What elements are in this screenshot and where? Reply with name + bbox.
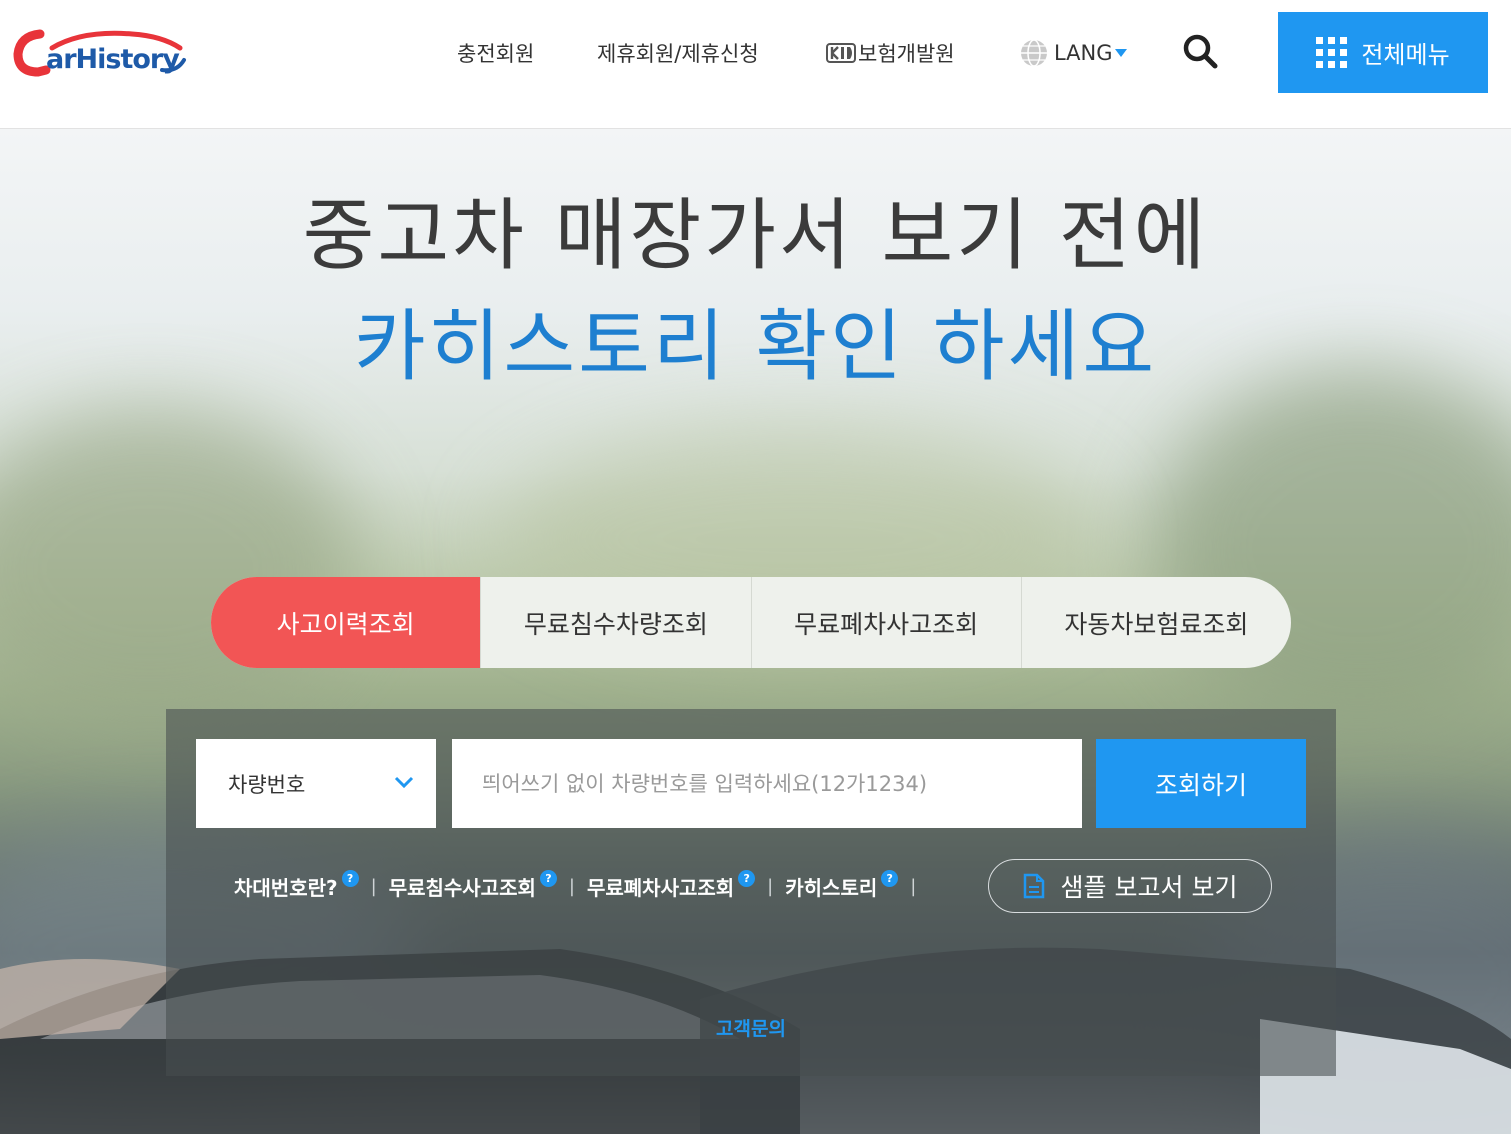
help-link-carhistory-label: 카히스토리: [785, 875, 878, 900]
help-link-vin[interactable]: 차대번호란? ?: [234, 869, 359, 901]
nav-insurance-institute[interactable]: 보험개발원: [826, 0, 955, 106]
sample-report-button[interactable]: 샘플 보고서 보기: [988, 859, 1272, 913]
nav-partner-member[interactable]: 제휴회원/제휴신청: [597, 0, 759, 106]
search-type-value: 차량번호: [228, 772, 306, 797]
help-links: 차대번호란? ? | 무료침수사고조회 ? | 무료폐차사고조회 ? | 카히스…: [234, 859, 928, 913]
nav-charge-member[interactable]: 충전회원: [457, 0, 534, 106]
search-panel: 차량번호 조회하기 차대번호란? ? | 무료침수사고조회 ? | 무료폐차사고…: [166, 709, 1336, 1076]
question-icon: ?: [341, 869, 359, 887]
tab-scrap-accident-label: 무료폐차사고조회: [794, 609, 979, 639]
link-separator: |: [767, 875, 774, 897]
search-icon[interactable]: [1180, 31, 1220, 71]
help-link-scrap-label: 무료폐차사고조회: [586, 875, 735, 900]
language-label: LANG: [1054, 41, 1113, 65]
site-header: arHistory 충전회원 제휴회원/제휴신청 보험개발원 LANG 전체메뉴: [0, 0, 1511, 129]
sample-report-label: 샘플 보고서 보기: [1060, 873, 1238, 902]
tab-accident-history[interactable]: 사고이력조회: [211, 577, 481, 668]
all-menu-label: 전체메뉴: [1361, 41, 1450, 69]
nav-insurance-institute-label: 보험개발원: [858, 42, 955, 66]
help-link-flood-label: 무료침수사고조회: [388, 875, 536, 900]
link-separator: |: [370, 875, 377, 897]
kidi-icon: [826, 43, 856, 63]
hero-headline-line1: 중고차 매장가서 보기 전에: [302, 191, 1209, 281]
document-icon: [1023, 873, 1044, 899]
chevron-down-icon: [394, 776, 414, 789]
hero-section: 중고차 매장가서 보기 전에 카히스토리 확인 하세요 사고이력조회 무료침수차…: [0, 129, 1511, 1134]
tab-scrap-accident[interactable]: 무료폐차사고조회: [750, 577, 1021, 668]
tab-flood-vehicle[interactable]: 무료침수차량조회: [480, 577, 750, 668]
hero-headline-line2: 카히스토리 확인 하세요: [353, 302, 1158, 392]
caret-down-icon: [1114, 49, 1127, 57]
globe-icon: [1021, 39, 1047, 67]
plate-number-input[interactable]: [452, 739, 1082, 828]
nav-charge-member-label: 충전회원: [457, 42, 535, 66]
customer-inquiry-link[interactable]: 고객문의: [166, 1014, 1336, 1041]
search-submit-button[interactable]: 조회하기: [1096, 739, 1306, 828]
language-selector[interactable]: LANG: [1018, 0, 1127, 106]
question-icon: ?: [738, 869, 756, 887]
search-submit-label: 조회하기: [1154, 770, 1247, 800]
search-type-select[interactable]: 차량번호: [196, 739, 436, 828]
all-menu-button[interactable]: 전체메뉴: [1278, 12, 1488, 93]
help-link-carhistory[interactable]: 카히스토리 ?: [785, 869, 899, 901]
question-icon: ?: [881, 869, 899, 887]
help-link-flood[interactable]: 무료침수사고조회 ?: [388, 869, 557, 901]
help-link-scrap[interactable]: 무료폐차사고조회 ?: [586, 869, 756, 901]
tab-insurance-premium-label: 자동차보험료조회: [1064, 609, 1249, 639]
question-icon: ?: [539, 869, 557, 887]
link-separator: |: [910, 875, 917, 897]
help-link-vin-label: 차대번호란?: [234, 875, 338, 900]
search-type-tabs: 사고이력조회 무료침수차량조회 무료폐차사고조회 자동차보험료조회: [211, 577, 1291, 668]
tab-accident-history-label: 사고이력조회: [276, 609, 415, 639]
carhistory-logo[interactable]: arHistory: [12, 26, 194, 84]
nav-partner-member-label: 제휴회원/제휴신청: [597, 42, 759, 66]
tab-flood-vehicle-label: 무료침수차량조회: [523, 609, 708, 639]
grid-menu-icon: [1316, 37, 1348, 68]
tab-insurance-premium[interactable]: 자동차보험료조회: [1020, 577, 1291, 668]
link-separator: |: [568, 875, 575, 897]
